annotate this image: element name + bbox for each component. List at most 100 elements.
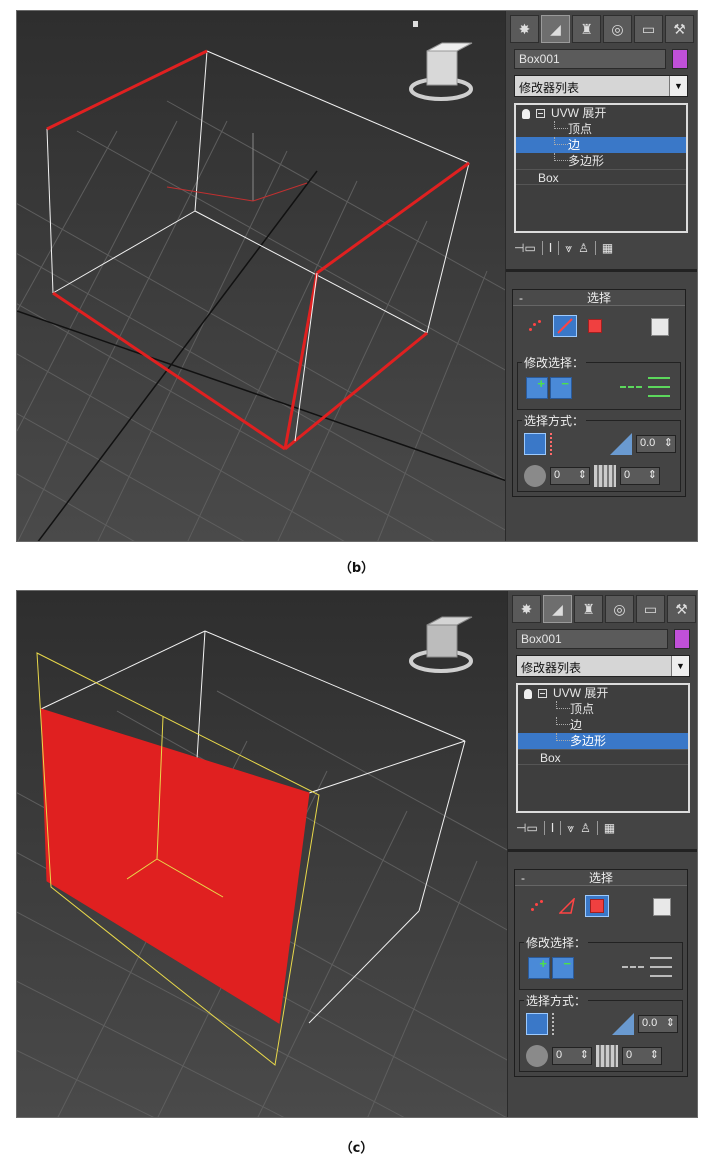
remove-modifier-icon[interactable]: ♙: [580, 821, 591, 835]
vertex-mode-button[interactable]: [525, 895, 549, 917]
grid-select-icon[interactable]: [594, 465, 616, 487]
selection-rollout: - 选择 修改选择： + − 选择方式： 0.0 ⇕ 0 ⇕ 0 ⇕: [514, 869, 688, 1077]
lightbulb-icon[interactable]: [524, 688, 532, 699]
ring-shift-icon[interactable]: [524, 465, 546, 487]
select-by-element-icon[interactable]: [524, 433, 546, 455]
make-unique-icon[interactable]: ⩔: [565, 241, 572, 256]
ring-button[interactable]: [650, 957, 672, 977]
sun-icon[interactable]: ✸: [512, 595, 541, 623]
remove-modifier-icon[interactable]: ♙: [578, 241, 589, 255]
ring-button[interactable]: [648, 377, 670, 397]
rollout-header[interactable]: - 选择: [515, 870, 687, 886]
planar-angle-icon[interactable]: [612, 1013, 634, 1035]
sun-icon[interactable]: ✸: [510, 15, 539, 43]
collapse-icon[interactable]: [536, 109, 545, 119]
rollout-header[interactable]: - 选择: [513, 290, 685, 306]
planar-threshold-spinner[interactable]: 0.0: [636, 435, 676, 453]
rollout-collapse-icon[interactable]: -: [519, 290, 523, 306]
stack-subitem-polygon[interactable]: 多边形: [518, 733, 688, 749]
command-panel: ✸ ◢ ♜ ◎ ▭ ⚒ Box001 修改器列表 ▼ UVW 展开 顶点 边 多…: [507, 591, 697, 1117]
stack-item-modifier[interactable]: UVW 展开: [518, 685, 688, 701]
shrink-selection-button[interactable]: [552, 956, 574, 979]
grid-select-spinner[interactable]: 0: [622, 1047, 662, 1065]
chevron-down-icon[interactable]: ▼: [669, 76, 687, 96]
show-end-result-icon[interactable]: Ⅰ: [551, 821, 555, 835]
configure-sets-icon[interactable]: ▦: [604, 821, 615, 835]
element-cube-icon[interactable]: [653, 898, 671, 916]
object-name-field[interactable]: Box001: [516, 629, 668, 649]
select-by-row-1: 0.0: [526, 1013, 678, 1035]
grid-select-icon[interactable]: [596, 1045, 618, 1067]
object-name-field[interactable]: Box001: [514, 49, 666, 69]
grow-selection-button[interactable]: [526, 376, 548, 399]
curve-icon[interactable]: ◢: [541, 15, 570, 43]
make-unique-icon[interactable]: ⩔: [567, 821, 574, 836]
hammer-icon[interactable]: ⚒: [665, 15, 694, 43]
point-to-point-icon[interactable]: [550, 433, 572, 455]
screenshot-b: ✸ ◢ ♜ ◎ ▭ ⚒ Box001 修改器列表 ▼ UVW 展开 顶点 边 多…: [16, 10, 698, 542]
motion-icon[interactable]: ◎: [605, 595, 634, 623]
rollout-title: 选择: [586, 291, 611, 305]
loop-button[interactable]: [620, 386, 642, 388]
modifier-stack[interactable]: UVW 展开 顶点 边 多边形 Box: [514, 103, 688, 233]
show-end-result-icon[interactable]: Ⅰ: [549, 241, 553, 255]
polygon-mode-button[interactable]: [585, 895, 609, 917]
modifier-stack[interactable]: UVW 展开 顶点 边 多边形 Box: [516, 683, 690, 813]
home-icon[interactable]: [413, 21, 418, 27]
stack-subitem-edge[interactable]: 边: [518, 717, 688, 733]
select-by-element-icon[interactable]: [526, 1013, 548, 1035]
chevron-down-icon[interactable]: ▼: [671, 656, 689, 676]
motion-icon[interactable]: ◎: [603, 15, 632, 43]
modify-selection-group: 修改选择：: [517, 354, 681, 410]
edge-mode-button[interactable]: [553, 315, 577, 337]
edge-mode-button[interactable]: [555, 895, 579, 917]
stack-item-modifier[interactable]: UVW 展开: [516, 105, 686, 121]
perspective-viewport[interactable]: [17, 591, 509, 1117]
collapse-icon[interactable]: [538, 689, 547, 699]
object-color-swatch[interactable]: [674, 629, 690, 649]
pin-stack-icon[interactable]: ⊣▭: [514, 241, 536, 255]
stack-subitem-polygon[interactable]: 多边形: [516, 153, 686, 169]
panel-divider: [508, 849, 697, 852]
polygon-mode-button[interactable]: [583, 315, 607, 337]
modify-selection-label: 修改选择：: [522, 354, 587, 371]
ring-shift-spinner[interactable]: 0: [552, 1047, 592, 1065]
command-panel: ✸ ◢ ♜ ◎ ▭ ⚒ Box001 修改器列表 ▼ UVW 展开 顶点 边 多…: [505, 11, 697, 541]
stack-subitem-edge[interactable]: 边: [516, 137, 686, 153]
shrink-selection-button[interactable]: [550, 376, 572, 399]
curve-icon[interactable]: ◢: [543, 595, 572, 623]
stack-subitem-vertex[interactable]: 顶点: [516, 121, 686, 137]
pin-stack-icon[interactable]: ⊣▭: [516, 821, 538, 835]
object-color-swatch[interactable]: [672, 49, 688, 69]
element-cube-icon[interactable]: [651, 318, 669, 336]
stack-toolbar: ⊣▭ Ⅰ ⩔ ♙ ▦: [516, 819, 690, 837]
perspective-viewport[interactable]: [17, 11, 507, 541]
stack-subitem-vertex[interactable]: 顶点: [518, 701, 688, 717]
configure-sets-icon[interactable]: ▦: [602, 241, 613, 255]
hierarchy-icon[interactable]: ♜: [574, 595, 603, 623]
stack-item-base[interactable]: Box: [518, 749, 688, 765]
loop-button[interactable]: [622, 966, 644, 968]
rollout-collapse-icon[interactable]: -: [521, 870, 525, 886]
ring-shift-icon[interactable]: [526, 1045, 548, 1067]
caption-c: （c）: [339, 1141, 374, 1156]
modify-selection-label: 修改选择：: [524, 934, 589, 951]
hierarchy-icon[interactable]: ♜: [572, 15, 601, 43]
edge-icon: [559, 898, 575, 914]
display-icon[interactable]: ▭: [636, 595, 665, 623]
lightbulb-icon[interactable]: [522, 108, 530, 119]
hammer-icon[interactable]: ⚒: [667, 595, 696, 623]
subobject-modes: [525, 894, 609, 918]
planar-threshold-spinner[interactable]: 0.0: [638, 1015, 678, 1033]
grid-select-spinner[interactable]: 0: [620, 467, 660, 485]
ring-shift-spinner[interactable]: 0: [550, 467, 590, 485]
select-by-group: 选择方式： 0.0 0 0: [517, 412, 681, 492]
display-icon[interactable]: ▭: [634, 15, 663, 43]
modifier-list-dropdown[interactable]: 修改器列表 ▼: [514, 75, 688, 97]
grow-selection-button[interactable]: [528, 956, 550, 979]
planar-angle-icon[interactable]: [610, 433, 632, 455]
vertex-mode-button[interactable]: [523, 315, 547, 337]
point-to-point-icon[interactable]: [552, 1013, 574, 1035]
modifier-list-dropdown[interactable]: 修改器列表 ▼: [516, 655, 690, 677]
stack-item-base[interactable]: Box: [516, 169, 686, 185]
